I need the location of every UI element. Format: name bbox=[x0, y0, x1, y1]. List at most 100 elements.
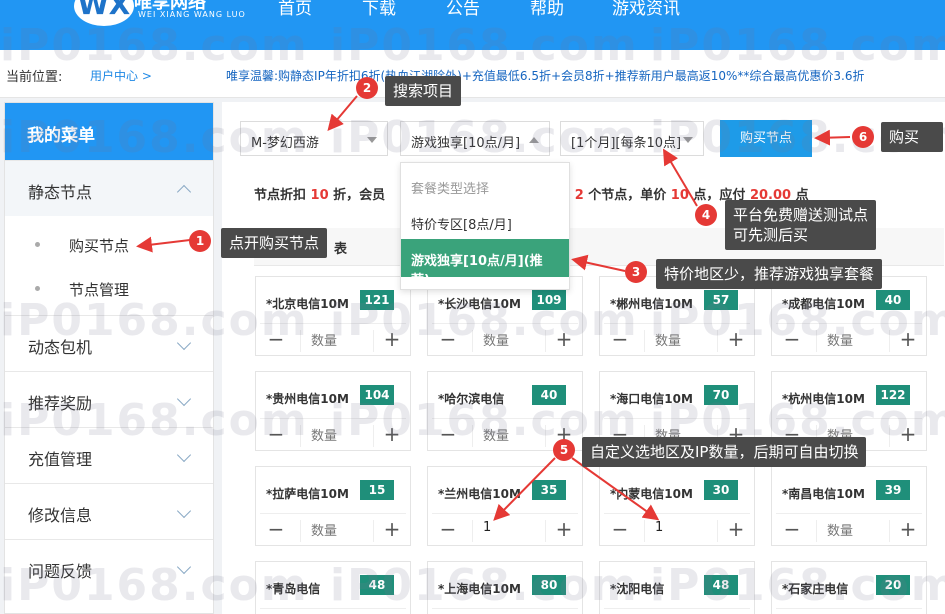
breadcrumb-label: 当前位置: bbox=[6, 70, 63, 85]
minus-button[interactable]: − bbox=[782, 517, 802, 541]
quantity-input[interactable]: 数量 bbox=[644, 330, 718, 352]
node-name: *哈尔滨电信 bbox=[438, 392, 505, 406]
plus-button[interactable]: + bbox=[382, 422, 402, 446]
annotation-badge-5: 5 bbox=[553, 439, 575, 461]
plus-button[interactable]: + bbox=[382, 517, 402, 541]
minus-button[interactable]: − bbox=[610, 517, 630, 541]
summary-text: 个节点，单价 bbox=[583, 188, 671, 203]
quantity-input[interactable]: 数量 bbox=[472, 330, 546, 352]
sidebar-subitem-node-manage[interactable]: 节点管理 bbox=[5, 267, 213, 311]
sidebar-item-static-nodes[interactable]: 静态节点 bbox=[5, 160, 213, 216]
caret-down-icon bbox=[367, 137, 377, 143]
node-available-count: 121 bbox=[360, 290, 394, 310]
nav-notice[interactable]: 公告 bbox=[446, 0, 480, 19]
sidebar-item-feedback[interactable]: 问题反馈 bbox=[5, 539, 213, 595]
chevron-down-icon bbox=[176, 391, 192, 407]
plus-button[interactable]: + bbox=[898, 422, 918, 446]
node-available-count: 15 bbox=[360, 480, 394, 500]
sidebar-item-label: 推荐奖励 bbox=[28, 394, 93, 413]
minus-button[interactable]: − bbox=[438, 422, 458, 446]
sidebar-item-dynamic[interactable]: 动态包机 bbox=[5, 315, 213, 371]
quantity-stepper: −数量 + bbox=[776, 513, 922, 543]
logo-mark: WX bbox=[74, 0, 134, 26]
dropdown-option-special[interactable]: 特价专区[8点/月] bbox=[401, 203, 569, 241]
sidebar-subitem-buy-nodes[interactable]: 购买节点 bbox=[5, 223, 213, 267]
sidebar-item-label: 问题反馈 bbox=[28, 562, 93, 581]
minus-button[interactable]: − bbox=[610, 327, 630, 351]
quantity-input[interactable]: 数量 bbox=[300, 520, 374, 542]
quantity-stepper: −数量 + bbox=[260, 323, 406, 353]
plus-button[interactable]: + bbox=[382, 327, 402, 351]
minus-button[interactable]: − bbox=[266, 422, 286, 446]
node-card: *贵州电信10M 104 − 数量 + bbox=[255, 371, 411, 451]
game-select[interactable]: M-梦幻西游 bbox=[240, 121, 388, 156]
annotation-tip-1: 点开购买节点 bbox=[221, 228, 328, 258]
node-available-count: 20 bbox=[876, 575, 910, 595]
chevron-down-icon bbox=[176, 559, 192, 575]
annotation-badge-1: 1 bbox=[189, 230, 211, 252]
chevron-down-icon bbox=[176, 447, 192, 463]
node-name: *兰州电信10M bbox=[438, 487, 521, 501]
node-card: *青岛电信 48 −+ bbox=[255, 561, 411, 614]
dropdown-option-exclusive[interactable]: 游戏独享[10点/月](推荐) bbox=[401, 239, 569, 288]
logo-sub: WEI XIANG WANG LUO bbox=[138, 10, 246, 19]
node-available-count: 30 bbox=[704, 480, 738, 500]
package-select[interactable]: 游戏独享[10点/月] bbox=[400, 121, 550, 156]
node-card: *拉萨电信10M 15 − 数量 + bbox=[255, 466, 411, 546]
node-list-title: 表 bbox=[334, 242, 348, 257]
node-available-count: 109 bbox=[532, 290, 566, 310]
caret-down-icon bbox=[683, 137, 693, 143]
sidebar-item-referral[interactable]: 推荐奖励 bbox=[5, 371, 213, 427]
period-select[interactable]: [1个月][每条10点] bbox=[560, 121, 704, 156]
plus-button[interactable]: + bbox=[898, 517, 918, 541]
node-name: *内蒙电信10M bbox=[610, 487, 693, 501]
node-available-count: 48 bbox=[704, 575, 738, 595]
annotation-badge-4: 4 bbox=[695, 204, 717, 226]
minus-button[interactable]: − bbox=[266, 517, 286, 541]
plus-button[interactable]: + bbox=[726, 327, 746, 351]
node-card: *北京电信10M 121 − 数量 + bbox=[255, 276, 411, 356]
node-name: *长沙电信10M bbox=[438, 297, 521, 311]
quantity-input[interactable]: 1 bbox=[472, 520, 546, 542]
annotation-tip-5: 自定义选地区及IP数量，后期可自由切换 bbox=[582, 437, 867, 467]
sidebar-subitem-label: 购买节点 bbox=[69, 237, 130, 255]
nav-help[interactable]: 帮助 bbox=[530, 0, 564, 19]
minus-button[interactable]: − bbox=[266, 327, 286, 351]
node-available-count: 35 bbox=[532, 480, 566, 500]
annotation-tip-4-line1: 平台免费赠送测试点 bbox=[733, 206, 869, 224]
buy-nodes-button[interactable]: 购买节点 bbox=[720, 120, 812, 157]
node-available-count: 80 bbox=[532, 575, 566, 595]
node-card: *石家庄电信 20 −+ bbox=[771, 561, 927, 614]
quantity-input[interactable]: 数量 bbox=[300, 330, 374, 352]
package-select-value: 游戏独享[10点/月] bbox=[411, 136, 521, 151]
sidebar-item-profile[interactable]: 修改信息 bbox=[5, 483, 213, 539]
plus-button[interactable]: + bbox=[554, 327, 574, 351]
minus-button[interactable]: − bbox=[438, 327, 458, 351]
quantity-input[interactable]: 数量 bbox=[300, 425, 374, 447]
site-logo[interactable]: WX 唯享网络 WEI XIANG WANG LUO bbox=[74, 0, 254, 44]
minus-button[interactable]: − bbox=[438, 517, 458, 541]
quantity-stepper: −数量 + bbox=[776, 323, 922, 353]
annotation-tip-2: 搜索项目 bbox=[385, 76, 462, 106]
plus-button[interactable]: + bbox=[554, 517, 574, 541]
quantity-stepper: −数量 + bbox=[604, 323, 750, 353]
quantity-stepper: −数量 + bbox=[432, 323, 578, 353]
plus-button[interactable]: + bbox=[898, 327, 918, 351]
nav-home[interactable]: 首页 bbox=[278, 0, 312, 19]
minus-button[interactable]: − bbox=[782, 327, 802, 351]
plus-button[interactable]: + bbox=[726, 517, 746, 541]
quantity-input[interactable]: 数量 bbox=[816, 520, 890, 542]
quantity-input[interactable]: 1 bbox=[644, 520, 718, 542]
node-name: *贵州电信10M bbox=[266, 392, 349, 406]
breadcrumb-user-center[interactable]: 用户中心 > bbox=[90, 67, 152, 84]
nav-download[interactable]: 下载 bbox=[362, 0, 396, 19]
quantity-stepper: −1 + bbox=[604, 513, 750, 543]
node-card: *南昌电信10M 39 − 数量 + bbox=[771, 466, 927, 546]
nav-game-news[interactable]: 游戏资讯 bbox=[612, 0, 680, 19]
sidebar-item-recharge[interactable]: 充值管理 bbox=[5, 427, 213, 483]
caret-up-icon bbox=[529, 137, 539, 143]
quantity-input[interactable]: 数量 bbox=[472, 425, 546, 447]
quantity-input[interactable]: 数量 bbox=[816, 330, 890, 352]
sidebar-item-label: 动态包机 bbox=[28, 338, 93, 357]
node-name: *青岛电信 bbox=[266, 582, 321, 596]
